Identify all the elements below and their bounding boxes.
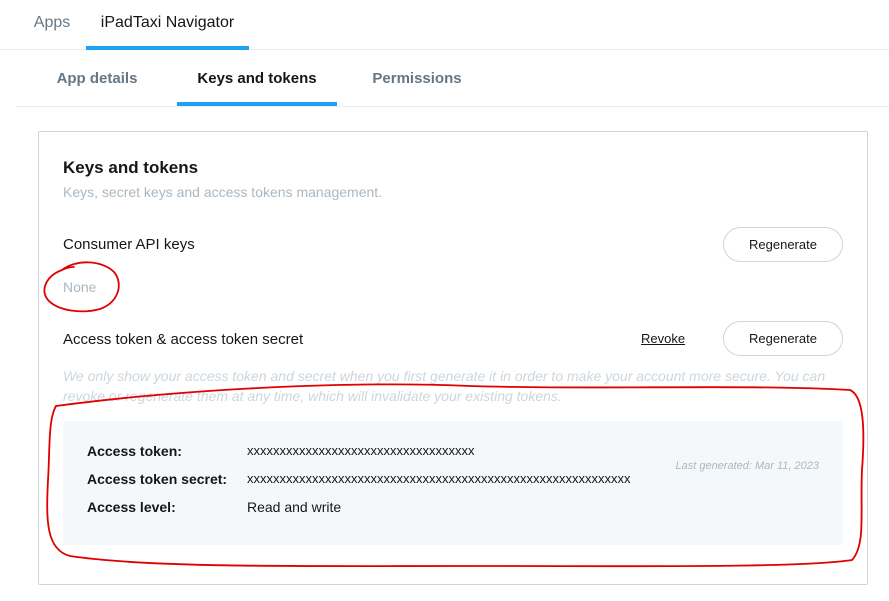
access-token-secret-label: Access token secret: — [87, 471, 228, 487]
regenerate-access-button[interactable]: Regenerate — [723, 321, 843, 356]
token-details-box: Access token: xxxxxxxxxxxxxxxxxxxxxxxxxx… — [63, 421, 843, 545]
card-subtitle: Keys, secret keys and access tokens mana… — [63, 184, 383, 200]
tab-permissions[interactable]: Permissions — [360, 51, 474, 106]
access-token-help-text: We only show your access token and secre… — [63, 368, 826, 404]
tab-app-name[interactable]: iPadTaxi Navigator — [86, 0, 249, 50]
access-token-value: xxxxxxxxxxxxxxxxxxxxxxxxxxxxxxxxxxx — [247, 443, 475, 458]
access-level-value: Read and write — [247, 499, 342, 515]
top-navigation: Apps iPadTaxi Navigator — [0, 0, 889, 50]
last-generated-text: Last generated: Mar 11, 2023 — [675, 460, 819, 472]
access-token-label: Access token: — [87, 443, 182, 459]
tab-app-details[interactable]: App details — [38, 51, 156, 106]
keys-card: Keys and tokens Keys, secret keys and ac… — [38, 131, 868, 585]
access-token-secret-value: xxxxxxxxxxxxxxxxxxxxxxxxxxxxxxxxxxxxxxxx… — [247, 471, 631, 486]
sub-navigation: App details Keys and tokens Permissions — [16, 51, 889, 107]
card-title: Keys and tokens — [63, 158, 199, 177]
tab-apps[interactable]: Apps — [18, 0, 86, 50]
tab-keys-and-tokens[interactable]: Keys and tokens — [177, 51, 337, 106]
regenerate-consumer-button[interactable]: Regenerate — [723, 227, 843, 262]
consumer-keys-value: None — [63, 279, 97, 295]
revoke-link[interactable]: Revoke — [641, 331, 685, 346]
access-token-title: Access token & access token secret — [63, 331, 304, 348]
consumer-keys-title: Consumer API keys — [63, 236, 195, 253]
access-level-label: Access level: — [87, 499, 176, 515]
